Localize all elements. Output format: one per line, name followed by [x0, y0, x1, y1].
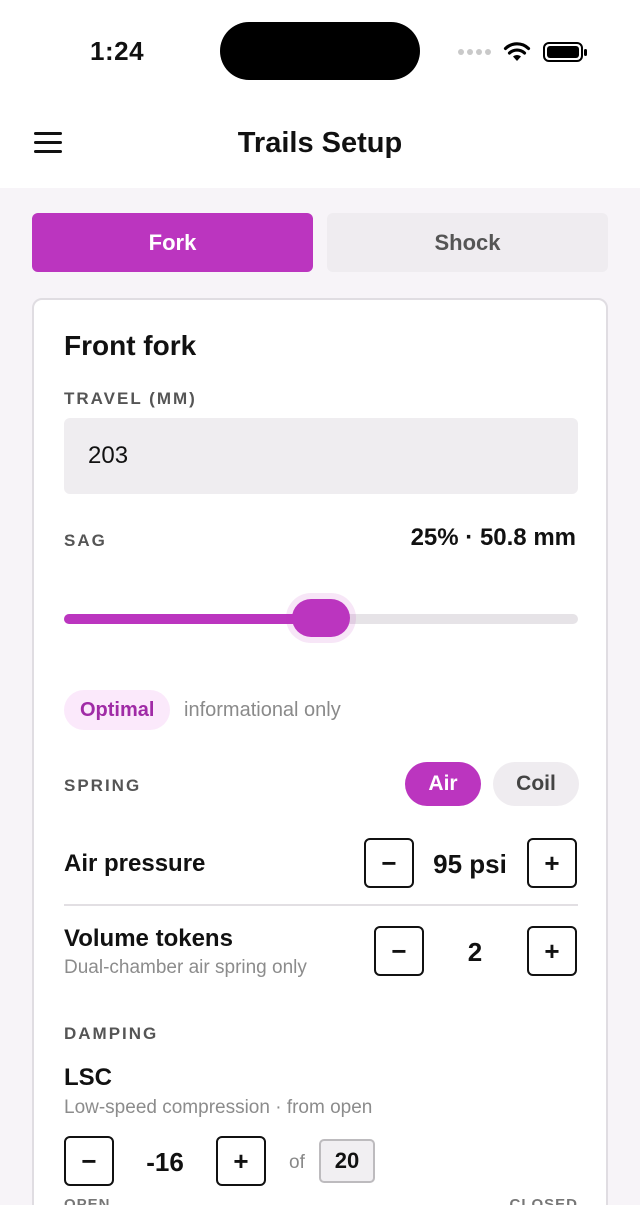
travel-label: TRAVEL (MM)	[64, 389, 197, 408]
lsc-max-box: 20	[319, 1139, 375, 1183]
lsc-increase-button[interactable]: +	[216, 1136, 266, 1186]
sag-label: SAG	[64, 531, 107, 550]
wifi-icon	[503, 42, 531, 61]
status-time: 1:24	[90, 36, 145, 66]
app-header: Trails Setup	[0, 100, 640, 188]
tab-shock[interactable]: Shock	[327, 213, 608, 272]
battery-icon	[543, 42, 587, 62]
tab-bar: Fork Shock	[32, 213, 608, 272]
scale-open-label: OPEN	[64, 1196, 111, 1205]
air-pressure-value: 95 psi	[433, 849, 507, 879]
air-pressure-increase-button[interactable]: +	[527, 838, 577, 888]
lsc-subtitle: Low-speed compression · from open	[64, 1097, 373, 1118]
spring-air-button[interactable]: Air	[405, 762, 481, 806]
lsc-label: LSC	[64, 1064, 112, 1091]
tab-fork[interactable]: Fork	[32, 213, 313, 272]
volume-tokens-increase-button[interactable]: +	[527, 926, 577, 976]
card-title: Front fork	[64, 330, 197, 361]
spring-label: SPRING	[64, 776, 142, 795]
status-note: informational only	[184, 699, 341, 721]
lsc-of-text: of	[289, 1152, 305, 1173]
spring-coil-button[interactable]: Coil	[493, 762, 579, 806]
volume-tokens-decrease-button[interactable]: −	[374, 926, 424, 976]
divider	[64, 904, 578, 906]
travel-input[interactable]	[64, 418, 578, 494]
sag-slider-thumb[interactable]	[292, 599, 350, 637]
lsc-value: -16	[146, 1147, 184, 1177]
damping-label: DAMPING	[64, 1024, 159, 1043]
scale-closed-label: CLOSED	[509, 1196, 578, 1205]
volume-tokens-subtitle: Dual-chamber air spring only	[64, 957, 307, 978]
signal-icon	[458, 49, 491, 55]
lsc-decrease-button[interactable]: −	[64, 1136, 114, 1186]
status-bar: 1:24	[0, 0, 640, 100]
page-title: Trails Setup	[237, 127, 403, 159]
dynamic-island	[220, 22, 420, 80]
volume-tokens-label: Volume tokens	[64, 925, 233, 952]
air-pressure-decrease-button[interactable]: −	[364, 838, 414, 888]
status-badge: Optimal	[64, 690, 171, 730]
front-fork-card: Front fork TRAVEL (MM) SAG 25% · 50.8 mm…	[32, 298, 608, 1205]
air-pressure-label: Air pressure	[64, 850, 206, 877]
sag-slider[interactable]	[64, 599, 578, 637]
status-icons	[458, 40, 587, 64]
lsc-scale-row: OPEN CLOSED	[64, 1196, 578, 1205]
sag-value: 25% · 50.8 mm	[410, 524, 576, 551]
sag-slider-fill	[64, 614, 321, 624]
volume-tokens-value: 2	[467, 937, 483, 967]
